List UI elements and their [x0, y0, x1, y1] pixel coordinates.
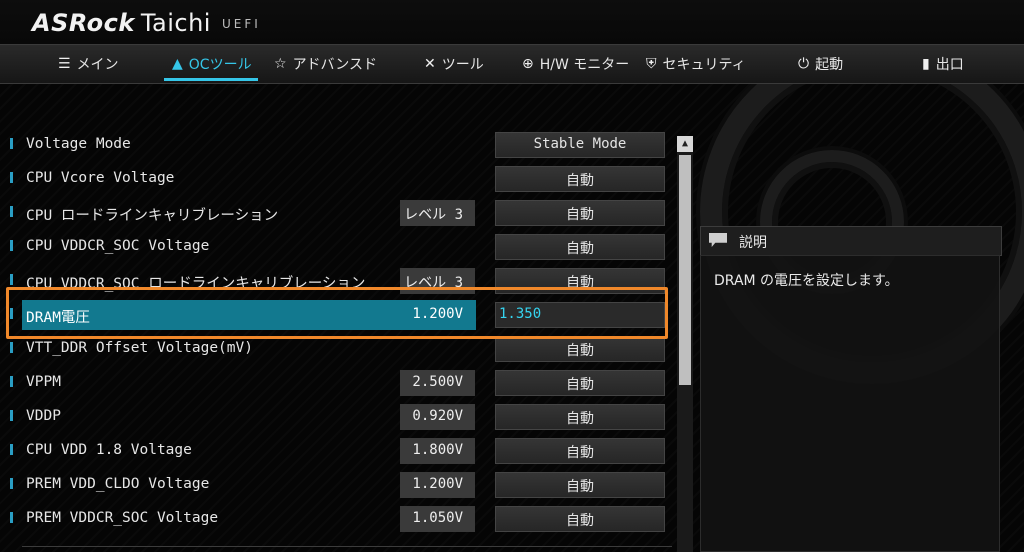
current-value: 2.500V: [400, 370, 475, 396]
row-marker: [10, 512, 13, 523]
highlight-annotation-box: [6, 287, 668, 339]
row-marker: [10, 138, 13, 149]
scroll-up-arrow-icon[interactable]: ▲: [677, 136, 693, 152]
setting-value-dropdown[interactable]: 自動: [495, 234, 665, 260]
help-panel-body: DRAM の電圧を設定します。: [700, 255, 1000, 552]
brand-bar: ASRock Taichi UEFI: [0, 0, 1024, 44]
help-title: 説明: [739, 235, 767, 251]
shield-icon: ⛨: [646, 56, 657, 72]
setting-label: PREM VDDCR_SOC Voltage: [26, 510, 219, 526]
setting-label: CPU ロードラインキャリブレーション: [26, 208, 279, 224]
current-value: 1.800V: [400, 438, 475, 464]
tools-icon: ✕: [424, 56, 436, 72]
row-marker: [10, 410, 13, 421]
setting-row-prem-vdd-cldo[interactable]: PREM VDD_CLDO Voltage 1.200V 自動: [0, 470, 680, 500]
speech-bubble-icon: [709, 233, 727, 247]
setting-value-dropdown[interactable]: 自動: [495, 336, 665, 362]
help-panel-header: 説明: [700, 226, 1002, 256]
setting-label: PREM VDD_CLDO Voltage: [26, 476, 210, 492]
setting-row-prem-vddcr-soc[interactable]: PREM VDDCR_SOC Voltage 1.050V 自動: [0, 504, 680, 534]
row-marker: [10, 240, 13, 251]
current-value: 0.920V: [400, 404, 475, 430]
setting-label: Voltage Mode: [26, 136, 131, 152]
tab-tool[interactable]: ✕ ツール: [424, 45, 484, 83]
crosshair-icon: ⊕: [522, 56, 534, 72]
list-icon: ☰: [58, 56, 71, 72]
current-value: 1.200V: [400, 472, 475, 498]
rocket-icon: ▲: [172, 56, 183, 72]
star-icon: ☆: [274, 56, 287, 72]
power-icon: ⏻: [798, 56, 810, 72]
setting-row-cpu-vcore[interactable]: CPU Vcore Voltage 自動: [0, 164, 680, 194]
setting-value-dropdown[interactable]: 自動: [495, 370, 665, 396]
scrollbar-thumb[interactable]: [679, 155, 691, 385]
tab-hw-monitor[interactable]: ⊕ H/W モニター: [522, 45, 629, 83]
tab-main[interactable]: ☰ メイン: [58, 45, 119, 83]
row-marker: [10, 444, 13, 455]
setting-value-dropdown[interactable]: 自動: [495, 166, 665, 192]
active-tab-indicator: [164, 78, 258, 81]
list-divider: [22, 546, 672, 547]
row-marker: [10, 342, 13, 353]
setting-label: VPPM: [26, 374, 61, 390]
setting-label: CPU Vcore Voltage: [26, 170, 175, 186]
tab-exit[interactable]: ▮ 出口: [922, 45, 964, 83]
tab-boot[interactable]: ⏻ 起動: [798, 45, 843, 83]
tab-advanced[interactable]: ☆ アドバンスド: [274, 45, 377, 83]
setting-row-voltage-mode[interactable]: Voltage Mode Stable Mode: [0, 130, 680, 160]
setting-row-vddp[interactable]: VDDP 0.920V 自動: [0, 402, 680, 432]
setting-label: CPU VDD 1.8 Voltage: [26, 442, 192, 458]
current-value: レベル 3: [400, 200, 475, 226]
setting-label: VDDP: [26, 408, 61, 424]
setting-row-cpu-llc[interactable]: CPU ロードラインキャリブレーション レベル 3 自動: [0, 198, 680, 228]
setting-row-vppm[interactable]: VPPM 2.500V 自動: [0, 368, 680, 398]
tab-security[interactable]: ⛨ セキュリティ: [646, 45, 746, 83]
setting-value-dropdown[interactable]: 自動: [495, 404, 665, 430]
setting-value-dropdown[interactable]: 自動: [495, 200, 665, 226]
setting-value-dropdown[interactable]: 自動: [495, 506, 665, 532]
setting-value-dropdown[interactable]: 自動: [495, 438, 665, 464]
setting-label: CPU VDDCR_SOC Voltage: [26, 238, 210, 254]
asrock-logo: ASRock Taichi: [32, 9, 211, 37]
uefi-label: UEFI: [222, 17, 261, 31]
row-marker: [10, 376, 13, 387]
setting-label: VTT_DDR Offset Voltage(mV): [26, 340, 253, 356]
current-value: 1.050V: [400, 506, 475, 532]
setting-row-cpu-vddcr-soc[interactable]: CPU VDDCR_SOC Voltage 自動: [0, 232, 680, 262]
exit-icon: ▮: [922, 56, 930, 72]
row-marker: [10, 274, 13, 285]
setting-value-dropdown[interactable]: 自動: [495, 472, 665, 498]
setting-value-dropdown[interactable]: Stable Mode: [495, 132, 665, 158]
setting-row-cpu-vdd-18[interactable]: CPU VDD 1.8 Voltage 1.800V 自動: [0, 436, 680, 466]
main-nav: ☰ メイン ▲ OCツール ☆ アドバンスド ✕ ツール ⊕ H/W モニター …: [0, 44, 1024, 84]
row-marker: [10, 172, 13, 183]
row-marker: [10, 206, 13, 217]
help-text: DRAM の電圧を設定します。: [714, 273, 899, 289]
row-marker: [10, 478, 13, 489]
